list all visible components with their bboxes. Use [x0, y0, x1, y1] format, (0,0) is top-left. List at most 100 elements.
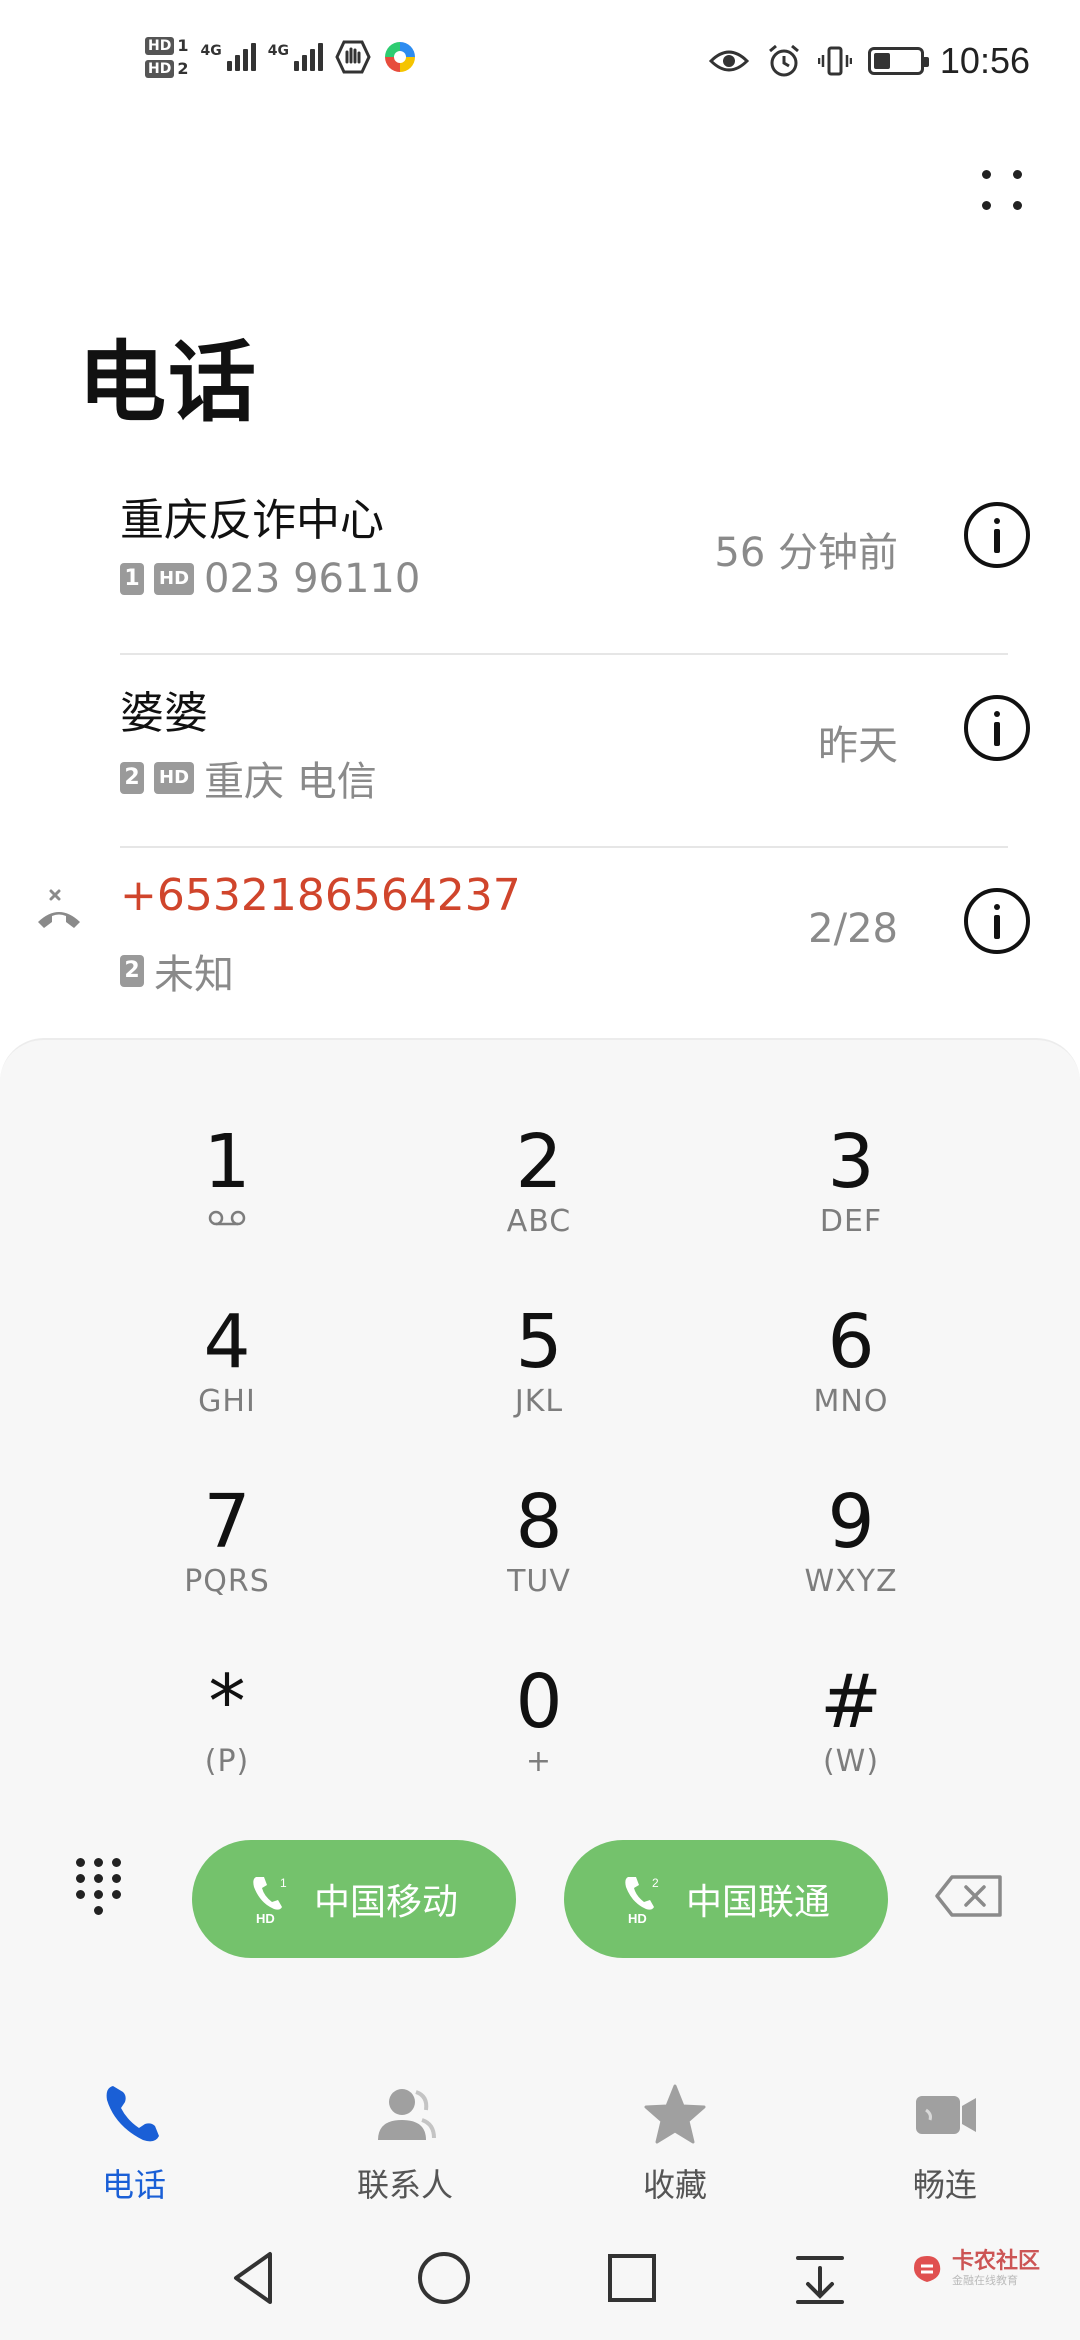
hd-badge: HD — [145, 59, 175, 78]
key-digit: 7 — [203, 1479, 251, 1565]
missed-call-icon — [38, 889, 80, 928]
key-letters: GHI — [198, 1384, 256, 1419]
dialpad-key-8[interactable]: 8 TUV — [409, 1472, 669, 1632]
status-right: 10:56 — [708, 40, 1030, 82]
call-log-item[interactable]: +6532186564237 2 未知 2/28 — [0, 848, 1080, 1041]
watermark-logo-icon — [913, 2256, 941, 2282]
sim-number: 1 — [280, 1876, 287, 1890]
tab-label: 畅连 — [912, 2166, 977, 2204]
sim-badge: 2 — [120, 955, 144, 987]
info-icon[interactable] — [964, 502, 1030, 568]
key-letters: JKL — [514, 1384, 564, 1419]
hd-badge: HD — [145, 36, 175, 55]
call-log-item[interactable]: 重庆反诈中心 1 HD 023 96110 56 分钟前 — [0, 462, 1080, 655]
dialpad-key-star[interactable]: * (P) — [97, 1652, 357, 1812]
hd-badge: HD — [154, 563, 195, 595]
key-letters: TUV — [507, 1564, 571, 1599]
key-digit: 0 — [515, 1659, 563, 1745]
call-detail-text: 未知 — [154, 952, 234, 998]
dialpad-key-3[interactable]: 3 DEF — [721, 1112, 981, 1272]
tab-meetime[interactable]: 畅连 — [855, 2080, 1035, 2206]
hand-shield-icon — [335, 40, 371, 74]
dialpad-toggle-icon[interactable] — [72, 1858, 142, 1928]
key-digit: 4 — [203, 1299, 251, 1385]
key-letters: WXYZ — [804, 1564, 898, 1599]
contacts-icon — [378, 2089, 436, 2140]
signal-sim1-icon: 4G — [200, 43, 256, 71]
call-detail: 1 HD 023 96110 — [120, 556, 420, 602]
notification-pull-icon[interactable] — [788, 2246, 852, 2310]
vibrate-icon — [817, 46, 852, 76]
caller-name: +6532186564237 — [120, 870, 521, 921]
tab-label: 联系人 — [356, 2166, 453, 2204]
system-nav-bar: 卡农社区 金融在线教育 — [0, 2220, 1080, 2340]
app-notification-icon — [384, 42, 415, 72]
dialpad-key-1[interactable]: 1 — [97, 1112, 357, 1272]
hd-badge: HD — [256, 1911, 275, 1925]
tab-contacts[interactable]: 联系人 — [315, 2080, 495, 2206]
recents-icon[interactable] — [600, 2246, 664, 2310]
sim-number: 2 — [652, 1876, 659, 1890]
key-digit: 2 — [515, 1119, 563, 1205]
key-digit: 5 — [515, 1299, 563, 1385]
dialpad-key-0[interactable]: 0 + — [409, 1652, 669, 1812]
voicemail-icon — [208, 1210, 246, 1226]
key-digit: 8 — [515, 1479, 563, 1565]
dialpad-key-4[interactable]: 4 GHI — [97, 1292, 357, 1452]
phone-sim1-icon: 1 HD — [253, 1876, 287, 1925]
call-sim1-button[interactable]: 1 HD 中国移动 — [192, 1840, 516, 1958]
key-digit: 9 — [827, 1479, 875, 1565]
watermark-subtitle: 金融在线教育 — [951, 2274, 1018, 2287]
backspace-icon[interactable] — [934, 1874, 1004, 1918]
tab-favorites[interactable]: 收藏 — [585, 2080, 765, 2206]
home-icon[interactable] — [412, 2246, 476, 2310]
tab-label: 电话 — [101, 2166, 166, 2204]
sim-badge: 2 — [120, 762, 144, 794]
bottom-nav: 电话 联系人 收藏 畅连 — [0, 2050, 1080, 2220]
eye-comfort-icon — [708, 50, 750, 72]
phone-icon — [106, 2086, 159, 2142]
watermark: 卡农社区 金融在线教育 — [910, 2250, 1040, 2288]
key-digit: # — [819, 1659, 882, 1745]
carrier-label: 中国移动 — [313, 1882, 458, 1923]
dialpad-key-5[interactable]: 5 JKL — [409, 1292, 669, 1452]
key-digit: * — [208, 1659, 246, 1745]
phone-sim2-icon: 2 HD — [625, 1876, 659, 1925]
status-left: HD 1 HD 2 4G 4G — [145, 36, 417, 78]
tab-phone[interactable]: 电话 — [44, 2080, 224, 2206]
dialpad-key-7[interactable]: 7 PQRS — [97, 1472, 357, 1632]
caller-name: 婆婆 — [120, 688, 208, 739]
hd-badge: HD — [154, 762, 195, 794]
page-title: 电话 — [78, 331, 259, 434]
video-call-icon — [916, 2096, 976, 2134]
call-detail-text: 重庆 电信 — [204, 759, 377, 805]
info-icon[interactable] — [964, 695, 1030, 761]
key-letters: MNO — [813, 1384, 889, 1419]
key-letters: PQRS — [184, 1564, 270, 1599]
hd-indicators: HD 1 HD 2 — [145, 36, 188, 78]
signal-sim2-icon: 4G — [268, 43, 323, 71]
info-icon[interactable] — [964, 888, 1030, 954]
key-letters: (W) — [822, 1744, 880, 1779]
dialpad-key-9[interactable]: 9 WXYZ — [721, 1472, 981, 1632]
sim-badge: 1 — [120, 563, 144, 595]
key-digit: 3 — [827, 1119, 875, 1205]
dialpad-key-hash[interactable]: # (W) — [721, 1652, 981, 1812]
battery-icon — [867, 47, 929, 75]
more-options-button[interactable] — [972, 160, 1032, 220]
call-time: 昨天 — [818, 723, 898, 769]
star-icon — [644, 2084, 706, 2144]
key-digit: 1 — [203, 1119, 251, 1205]
call-log-list: 重庆反诈中心 1 HD 023 96110 56 分钟前 婆婆 2 HD 重庆 … — [0, 462, 1080, 1041]
call-time: 56 分钟前 — [714, 530, 898, 576]
sim-number: 1 — [177, 36, 189, 55]
back-icon[interactable] — [224, 2246, 288, 2310]
dialpad-key-6[interactable]: 6 MNO — [721, 1292, 981, 1452]
key-letters: (P) — [204, 1744, 250, 1779]
sim-number: 2 — [177, 59, 189, 78]
status-bar: HD 1 HD 2 4G 4G 10:56 — [0, 0, 1080, 132]
call-log-item[interactable]: 婆婆 2 HD 重庆 电信 昨天 — [0, 655, 1080, 848]
dialpad-key-2[interactable]: 2 ABC — [409, 1112, 669, 1272]
call-detail-text: 023 96110 — [204, 556, 421, 602]
call-sim2-button[interactable]: 2 HD 中国联通 — [564, 1840, 888, 1958]
